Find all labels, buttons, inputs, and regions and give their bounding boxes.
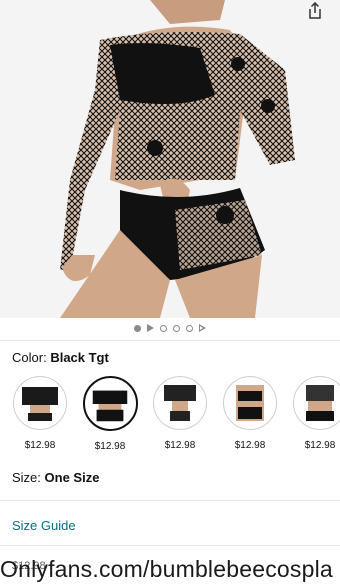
swatch-thumbnail-icon <box>164 385 196 421</box>
divider <box>0 545 340 546</box>
video-play-icon[interactable] <box>147 324 154 332</box>
pager-dot[interactable] <box>186 324 193 332</box>
product-image[interactable] <box>0 0 340 318</box>
pager-dot-active[interactable] <box>134 324 141 332</box>
color-swatch[interactable]: $12.98 <box>292 376 340 452</box>
size-selector-label: Size: One Size <box>12 470 99 485</box>
swatch-price: $12.98 <box>24 440 56 451</box>
color-swatches: $12.98 $12.98 $12.98 $12.98 $12.98 <box>12 376 340 452</box>
pager-dot[interactable] <box>173 324 180 332</box>
swatch-image[interactable] <box>293 376 340 430</box>
color-selector-label: Color: Black Tgt <box>12 350 109 365</box>
color-swatch[interactable]: $12.98 <box>12 376 68 452</box>
image-pager[interactable] <box>0 322 340 334</box>
pager-dot[interactable] <box>160 324 167 332</box>
swatch-image[interactable] <box>223 376 277 430</box>
size-guide-link[interactable]: Size Guide <box>12 518 76 533</box>
swatch-price: $12.98 <box>304 440 336 451</box>
video-play-icon[interactable] <box>199 324 206 332</box>
swatch-thumbnail-icon <box>22 387 58 421</box>
swatch-price: $12.98 <box>234 440 266 451</box>
size-value: One Size <box>44 470 100 485</box>
swatch-thumbnail-icon <box>236 385 264 421</box>
share-icon <box>309 2 321 19</box>
share-button[interactable] <box>302 0 328 22</box>
swatch-thumbnail-icon <box>92 390 128 421</box>
divider <box>0 500 340 501</box>
swatch-price: $12.98 <box>164 440 196 451</box>
watermark-text: Onlyfans.com/bumblebeecospla <box>0 556 333 582</box>
swatch-image[interactable] <box>153 376 207 430</box>
divider <box>0 340 340 341</box>
color-label: Color: <box>12 350 47 365</box>
swatch-price: $12.98 <box>94 441 126 452</box>
size-label: Size: <box>12 470 41 485</box>
color-swatch-selected[interactable]: $12.98 <box>82 376 138 452</box>
color-swatch[interactable]: $12.98 <box>222 376 278 452</box>
swatch-image[interactable] <box>13 376 67 430</box>
swatch-thumbnail-icon <box>306 385 334 421</box>
swatch-image[interactable] <box>82 376 138 431</box>
color-value: Black Tgt <box>50 350 109 365</box>
color-swatch[interactable]: $12.98 <box>152 376 208 452</box>
product-photo <box>60 0 295 318</box>
